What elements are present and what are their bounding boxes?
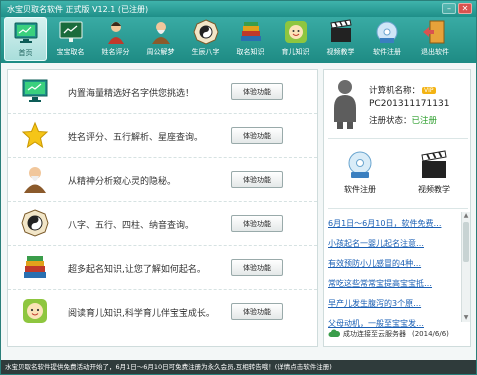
news-scrollbar[interactable]: ▲ ▼ — [461, 212, 470, 322]
video-tutorial-button[interactable]: 视频教学 — [404, 150, 464, 200]
scroll-down-icon[interactable]: ▼ — [462, 314, 470, 322]
software-register-label: 软件注册 — [344, 185, 376, 194]
minimize-icon: – — [447, 3, 451, 13]
vip-badge: VIP — [422, 87, 436, 94]
feature-row: 超多起名知识,让您了解如何起名。 体验功能 — [8, 246, 317, 290]
toolbar-childcare[interactable]: 育儿知识 — [274, 17, 317, 61]
news-link[interactable]: 小孩起名一婴儿起名注意… — [328, 234, 460, 254]
toolbar-label: 姓名评分 — [101, 48, 130, 56]
toolbar-naming-knowledge[interactable]: 取名知识 — [229, 17, 272, 61]
toolbar-exit[interactable]: 退出软件 — [412, 17, 458, 61]
try-feature-button[interactable]: 体验功能 — [231, 127, 283, 144]
toolbar-baby-naming[interactable]: 宝宝取名 — [49, 17, 92, 61]
window-controls: – ✕ — [442, 3, 472, 14]
feature-description: 从精神分析窥心灵的隐秘。 — [68, 177, 177, 187]
avatar — [330, 78, 360, 130]
feature-row: 阅读育儿知识,科学育儿伴宝宝成长。 体验功能 — [8, 290, 317, 334]
feature-row: 八字、五行、四柱、纳音查询。 体验功能 — [8, 202, 317, 246]
try-feature-button[interactable]: 体验功能 — [231, 259, 283, 276]
register-disc-icon — [343, 150, 377, 180]
toolbar-label: 首页 — [18, 49, 33, 57]
app-window: 水宝贝取名软件 正式版 V12.1 (已注册) – ✕ 首页 宝宝取名 姓名评分 — [0, 0, 477, 375]
feature-row: 内置海量精选好名字供您挑选！ 体验功能 — [8, 70, 317, 114]
toolbar-home[interactable]: 首页 — [4, 17, 47, 61]
software-register-button[interactable]: 软件注册 — [330, 150, 390, 200]
feature-row: 从精神分析窥心灵的隐秘。 体验功能 — [8, 158, 317, 202]
cloud-icon — [328, 329, 341, 340]
news-link[interactable]: 有效预防小儿感冒的4种… — [328, 254, 460, 274]
baby-naming-board-icon — [58, 19, 84, 45]
toolbar-bazi[interactable]: 生辰八字 — [184, 17, 227, 61]
childcare-face-icon — [283, 19, 309, 45]
clapperboard-icon — [417, 150, 451, 180]
monitor-icon — [20, 76, 50, 106]
dream-sage-icon — [148, 19, 174, 45]
toolbar-label: 软件注册 — [373, 48, 401, 56]
main-toolbar: 首页 宝宝取名 姓名评分 周公解梦 生辰八字 取名知识 育儿知识 视频教学 软件… — [1, 17, 476, 63]
toolbar-dream[interactable]: 周公解梦 — [139, 17, 182, 61]
feature-description: 阅读育儿知识,科学育儿伴宝宝成长。 — [68, 309, 215, 319]
connection-status: 成功连接至云服务器 (2014/6/6) — [328, 326, 468, 342]
minimize-button[interactable]: – — [442, 3, 456, 14]
toolbar-label: 退出软件 — [421, 48, 449, 56]
exit-door-icon — [422, 19, 448, 45]
news-link[interactable]: 常吃这些常常宝提高宝宝抵… — [328, 274, 460, 294]
status-bar-text: 水宝贝取名软件提供免费活动开始了，6月1日～6月10日可免费注册为永久会员,互相… — [5, 363, 332, 371]
feature-description: 八字、五行、四柱、纳音查询。 — [68, 221, 195, 231]
toolbar-register[interactable]: 软件注册 — [364, 17, 410, 61]
clapperboard-icon — [328, 19, 354, 45]
divider — [328, 138, 468, 139]
register-disc-icon — [374, 19, 400, 45]
close-button[interactable]: ✕ — [458, 3, 472, 14]
news-link[interactable]: 早产儿发生腹泻的3个原… — [328, 294, 460, 314]
registration-status: 注册状态：已注册 — [369, 114, 437, 126]
scroll-up-icon[interactable]: ▲ — [462, 212, 470, 220]
computer-name-label: 计算机名称： — [369, 86, 421, 96]
toolbar-label: 取名知识 — [236, 48, 265, 56]
registration-status-value: 已注册 — [411, 116, 438, 126]
toolbar-label: 育儿知识 — [281, 48, 310, 56]
toolbar-label: 视频教学 — [326, 48, 355, 56]
bagua-icon — [20, 208, 50, 238]
try-feature-button[interactable]: 体验功能 — [231, 83, 283, 100]
feature-list-panel: 内置海量精选好名字供您挑选！ 体验功能 姓名评分、五行解析、星座查询。 体验功能… — [7, 69, 318, 347]
books-icon — [20, 252, 50, 282]
feature-description: 超多起名知识,让您了解如何起名。 — [68, 265, 206, 275]
connection-status-text: 成功连接至云服务器 — [343, 330, 406, 338]
childcare-icon — [20, 296, 50, 326]
connection-date: (2014/6/6) — [412, 330, 449, 338]
title-bar: 水宝贝取名软件 正式版 V12.1 (已注册) – ✕ — [1, 1, 476, 17]
computer-name-label-row: 计算机名称： VIP — [369, 84, 436, 96]
news-list: 6月1日～6月10日，软件免费… 小孩起名一婴儿起名注意… 有效预防小儿感冒的4… — [328, 214, 460, 334]
window-title: 水宝贝取名软件 正式版 V12.1 (已注册) — [7, 5, 149, 14]
computer-name-value: PC201311171131 — [369, 99, 450, 109]
divider — [328, 208, 468, 209]
bagua-icon — [192, 19, 219, 45]
try-feature-button[interactable]: 体验功能 — [231, 303, 283, 320]
star-icon — [20, 120, 50, 150]
account-panel: 计算机名称： VIP PC201311171131 注册状态：已注册 软件注册 视… — [323, 69, 471, 347]
try-feature-button[interactable]: 体验功能 — [231, 215, 283, 232]
feature-row: 姓名评分、五行解析、星座查询。 体验功能 — [8, 114, 317, 158]
books-icon — [238, 19, 264, 45]
sage-icon — [20, 164, 50, 194]
status-bar[interactable]: 水宝贝取名软件提供免费活动开始了，6月1日～6月10日可免费注册为永久会员,互相… — [1, 360, 476, 374]
toolbar-name-score[interactable]: 姓名评分 — [94, 17, 137, 61]
close-icon: ✕ — [461, 3, 469, 13]
feature-description: 姓名评分、五行解析、星座查询。 — [68, 133, 204, 143]
try-feature-button[interactable]: 体验功能 — [231, 171, 283, 188]
toolbar-label: 周公解梦 — [146, 48, 175, 56]
home-monitor-icon — [13, 20, 39, 46]
toolbar-label: 生辰八字 — [191, 48, 220, 56]
scroll-thumb[interactable] — [463, 222, 469, 262]
name-score-person-icon — [103, 19, 129, 45]
toolbar-label: 宝宝取名 — [56, 48, 85, 56]
registration-status-label: 注册状态： — [369, 116, 412, 126]
news-link[interactable]: 6月1日～6月10日，软件免费… — [328, 214, 460, 234]
toolbar-video[interactable]: 视频教学 — [319, 17, 362, 61]
feature-description: 内置海量精选好名字供您挑选！ — [68, 89, 195, 99]
video-tutorial-label: 视频教学 — [418, 185, 450, 194]
